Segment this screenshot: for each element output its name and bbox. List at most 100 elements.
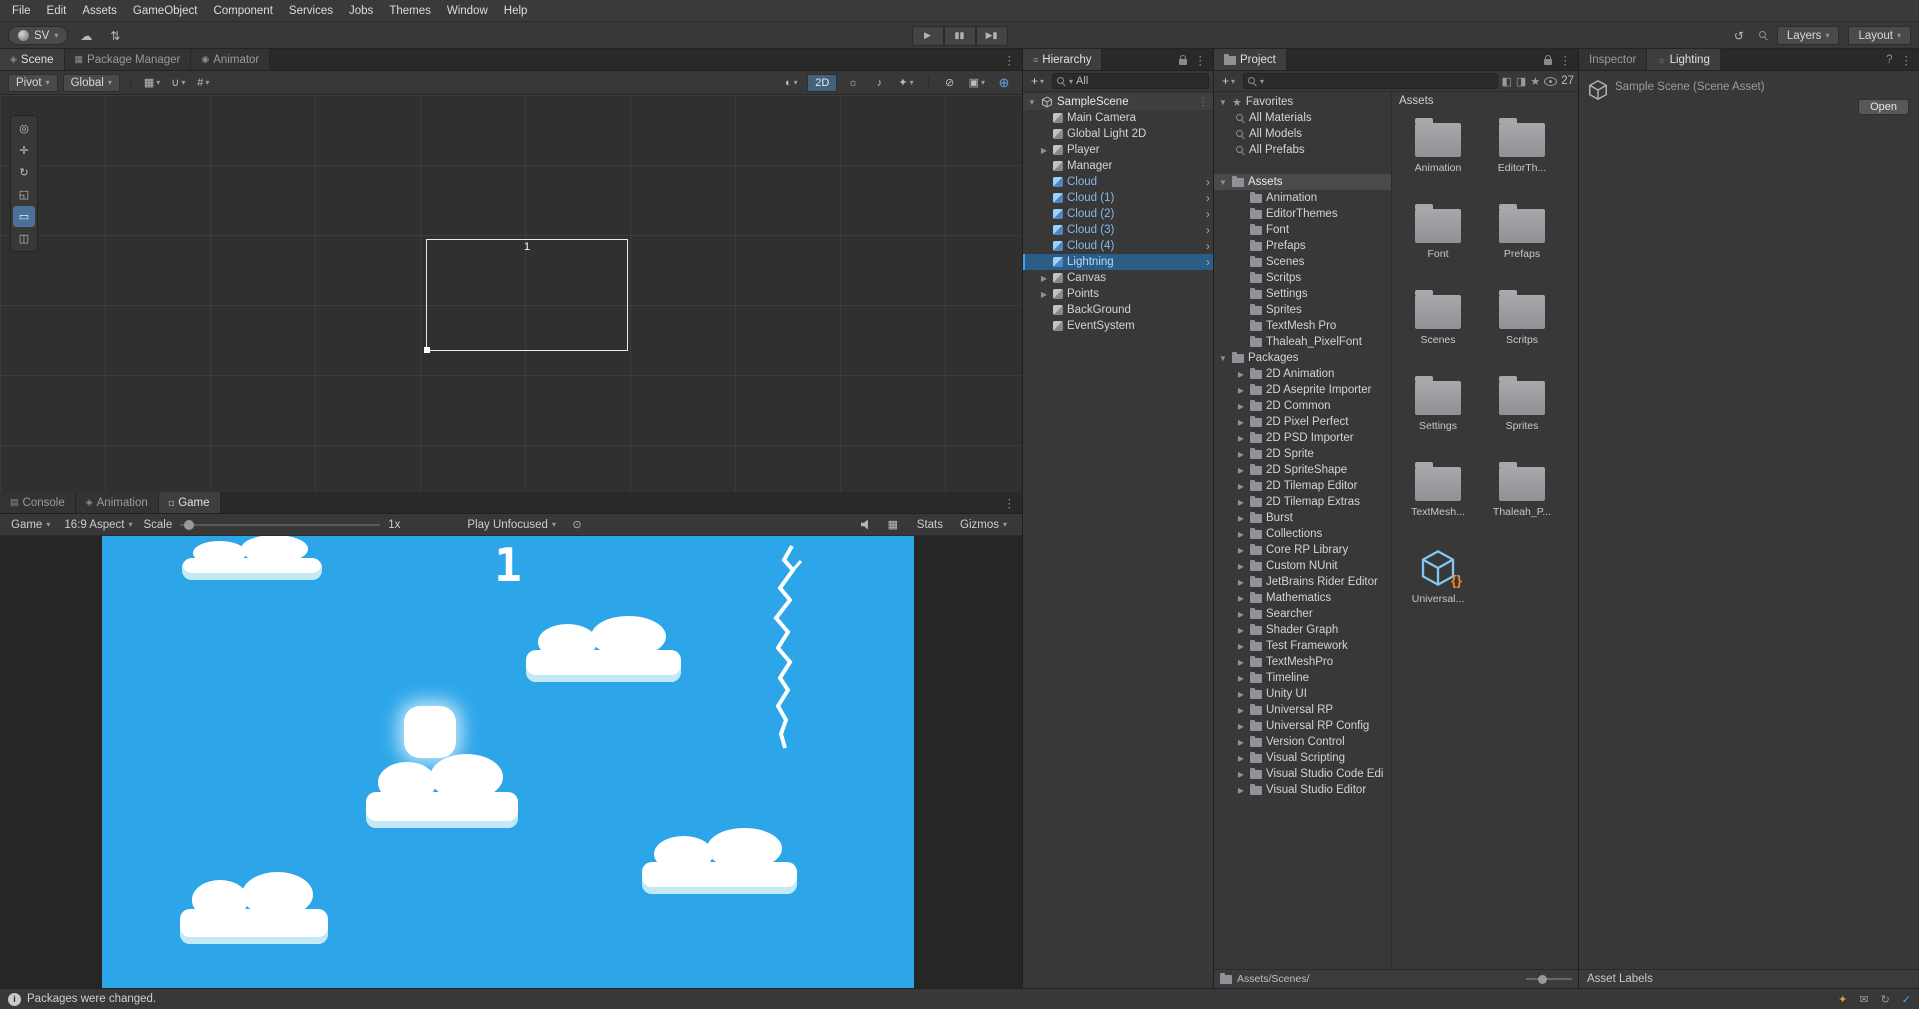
favorites-root[interactable]: ▼ ★ Favorites (1214, 94, 1391, 110)
expander-icon[interactable]: ▶ (1236, 370, 1246, 379)
undo-history-icon[interactable]: ↺ (1728, 26, 1750, 45)
slider-knob[interactable] (184, 519, 195, 530)
tab[interactable]: ◘ Game (158, 492, 221, 513)
package-item[interactable]: ▶ Searcher (1214, 606, 1391, 622)
tab[interactable]: ☼ Lighting (1647, 49, 1721, 70)
package-item[interactable]: ▶ Shader Graph (1214, 622, 1391, 638)
play-button[interactable]: ▶ (911, 25, 944, 46)
check-icon[interactable]: ✓ (1902, 993, 1911, 1006)
expander-icon[interactable]: ▶ (1236, 610, 1246, 619)
package-item[interactable]: ▶ 2D Tilemap Extras (1214, 494, 1391, 510)
hierarchy-item[interactable]: ▶ Manager › (1023, 158, 1213, 174)
gizmos-dropdown[interactable]: Gizmos ▾ (957, 519, 1010, 531)
expander-icon[interactable]: ▶ (1236, 482, 1246, 491)
expander-icon[interactable]: ▶ (1236, 498, 1246, 507)
package-item[interactable]: ▶ 2D Sprite (1214, 446, 1391, 462)
tab-project[interactable]: Project (1214, 49, 1287, 70)
project-folder-item[interactable]: ▶ Thaleah_PixelFont (1214, 334, 1391, 350)
package-item[interactable]: ▶ Custom NUnit (1214, 558, 1391, 574)
asset-grid-item[interactable]: {} Font (1397, 204, 1479, 260)
scale-tool-button[interactable]: ◱ (13, 184, 35, 205)
selection-rect-gizmo[interactable]: 1 (424, 239, 628, 353)
package-item[interactable]: ▶ 2D Aseprite Importer (1214, 382, 1391, 398)
expander-icon[interactable]: ▶ (1236, 770, 1246, 779)
status-message[interactable]: Packages were changed. (27, 993, 156, 1005)
layout-dropdown[interactable]: Layout ▾ (1848, 26, 1911, 45)
expander-icon[interactable]: ▶ (1236, 386, 1246, 395)
asset-grid-item[interactable]: {} Animation (1397, 118, 1479, 174)
package-item[interactable]: ▶ Burst (1214, 510, 1391, 526)
hierarchy-item[interactable]: ▶ Cloud (4) › (1023, 238, 1213, 254)
panel-menu-icon[interactable]: ⋮ (1004, 496, 1016, 510)
project-folder-item[interactable]: ▶ Sprites (1214, 302, 1391, 318)
move-tool-button[interactable]: ✛ (13, 140, 35, 161)
package-item[interactable]: ▶ Mathematics (1214, 590, 1391, 606)
project-folder-item[interactable]: ▶ Scritps (1214, 270, 1391, 286)
display-dropdown[interactable]: Game ▾ (8, 519, 53, 531)
project-folder-item[interactable]: ▶ Animation (1214, 190, 1391, 206)
rect-tool-button[interactable]: ▭ (13, 206, 35, 227)
asset-grid-item[interactable]: {} Universal... (1397, 548, 1479, 605)
transform-tool-button[interactable]: ◫ (13, 228, 35, 249)
tab[interactable]: ▦ Package Manager (64, 49, 192, 70)
filter-by-type-icon[interactable]: ◧ (1502, 75, 1512, 88)
global-dropdown[interactable]: Global ▾ (62, 73, 120, 92)
expander-icon[interactable]: ▶ (1039, 146, 1049, 155)
tab-hierarchy[interactable]: ≡ Hierarchy (1023, 49, 1103, 70)
expander-icon[interactable]: ▶ (1236, 594, 1246, 603)
spark-icon[interactable]: ✦ (1838, 993, 1847, 1006)
favorites-item[interactable]: All Models (1214, 126, 1391, 142)
panel-menu-icon[interactable]: ⋮ (1560, 53, 1572, 67)
expander-icon[interactable]: ▶ (1236, 514, 1246, 523)
expander-icon[interactable]: ▶ (1236, 546, 1246, 555)
stats-button[interactable]: Stats (914, 519, 946, 531)
debug-icon[interactable]: ⊙ (567, 516, 587, 534)
hidden-objects-icon[interactable]: ⊘ (940, 74, 960, 92)
lock-icon[interactable] (1543, 54, 1552, 65)
game-screen[interactable]: 1 (102, 536, 914, 988)
version-control-button[interactable]: SV ▾ (8, 26, 69, 45)
prefab-open-icon[interactable]: › (1206, 223, 1210, 237)
pivot-dropdown[interactable]: Pivot ▾ (8, 73, 58, 92)
scene-header-row[interactable]: ▼ SampleScene ⋮ (1023, 94, 1213, 110)
expander-icon[interactable]: ▶ (1236, 434, 1246, 443)
create-asset-button[interactable]: + ▾ (1218, 74, 1239, 88)
expander-icon[interactable]: ▶ (1039, 274, 1049, 283)
package-item[interactable]: ▶ 2D Animation (1214, 366, 1391, 382)
tab[interactable]: ◈ Scene (0, 49, 65, 70)
hierarchy-item[interactable]: ▶ Lightning › (1023, 254, 1213, 270)
hierarchy-item[interactable]: ▶ Cloud (2) › (1023, 206, 1213, 222)
package-item[interactable]: ▶ 2D SpriteShape (1214, 462, 1391, 478)
menu-item[interactable]: Edit (39, 5, 75, 17)
hierarchy-item[interactable]: ▶ Cloud › (1023, 174, 1213, 190)
expander-icon[interactable]: ▶ (1236, 450, 1246, 459)
2d-mode-toggle[interactable]: 2D (807, 73, 838, 92)
asset-grid-item[interactable]: {} TextMesh... (1397, 462, 1479, 518)
package-item[interactable]: ▶ Unity UI (1214, 686, 1391, 702)
expander-icon[interactable]: ▼ (1218, 354, 1228, 363)
prefab-open-icon[interactable]: › (1206, 255, 1210, 269)
aspect-dropdown[interactable]: 16:9 Aspect ▾ (61, 519, 135, 531)
expander-icon[interactable]: ▶ (1236, 722, 1246, 731)
assets-root[interactable]: ▼ Assets (1214, 174, 1391, 190)
asset-grid-item[interactable]: {} Scenes (1397, 290, 1479, 346)
effects-dropdown[interactable]: ✦ ▾ (895, 74, 916, 92)
expander-icon[interactable]: ▼ (1218, 98, 1228, 107)
tab[interactable]: ◉ Animator (191, 49, 271, 70)
expander-icon[interactable]: ▶ (1236, 402, 1246, 411)
tab[interactable]: ◈ Animation (75, 492, 159, 513)
panel-menu-icon[interactable]: ⋮ (1195, 53, 1207, 67)
hidden-packages-icon[interactable] (1544, 76, 1558, 86)
hierarchy-item[interactable]: ▶ EventSystem › (1023, 318, 1213, 334)
panel-menu-icon[interactable]: ⋮ (1004, 53, 1016, 67)
help-icon[interactable]: ? (1886, 54, 1892, 66)
step-button[interactable]: ▶▮ (975, 25, 1008, 46)
hierarchy-item[interactable]: ▶ Canvas › (1023, 270, 1213, 286)
save-search-icon[interactable]: ★ (1530, 75, 1540, 88)
menu-item[interactable]: Jobs (341, 5, 381, 17)
prefab-open-icon[interactable]: › (1206, 175, 1210, 189)
project-folder-item[interactable]: ▶ Font (1214, 222, 1391, 238)
package-item[interactable]: ▶ Visual Studio Code Edi (1214, 766, 1391, 782)
rect-handle[interactable] (424, 347, 430, 353)
gizmos-globe-icon[interactable]: ⊕ (994, 74, 1014, 92)
